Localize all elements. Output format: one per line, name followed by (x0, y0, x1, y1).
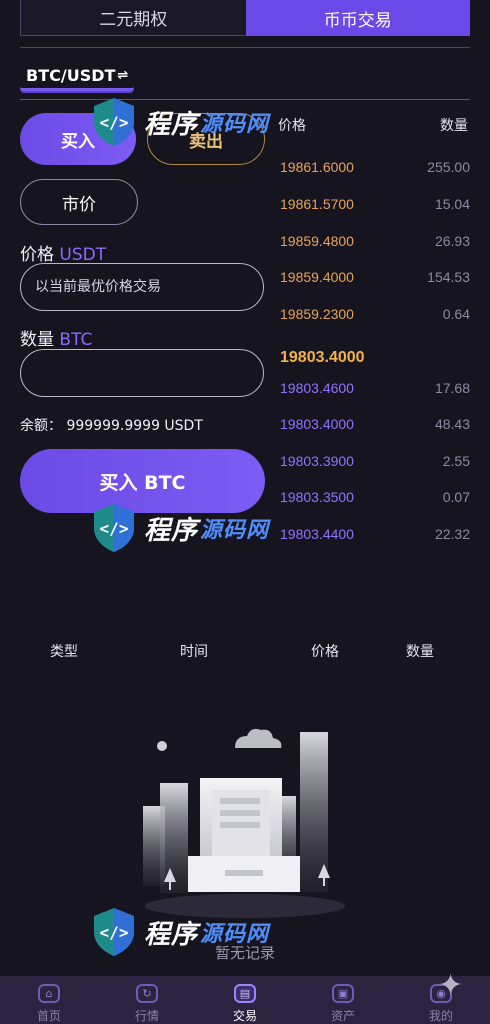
tab-binary-options[interactable]: 二元期权 (20, 0, 246, 36)
ask-row[interactable]: 19861.5700 15.04 (280, 196, 470, 212)
assets-icon: ▣ (332, 984, 354, 1003)
bid-qty: 22.32 (434, 526, 470, 542)
ask-row[interactable]: 19859.4800 26.93 (280, 233, 470, 249)
ask-row[interactable]: 19859.2300 0.64 (280, 306, 470, 322)
history-col-qty: 数量 (406, 644, 434, 660)
watermark-shield-icon: </> (94, 98, 134, 146)
trade-icon: ▤ (234, 984, 256, 1003)
last-price: 19803.4000 (280, 349, 365, 366)
price-label-text: 价格 (20, 245, 54, 265)
ask-qty: 26.93 (434, 233, 470, 249)
swap-lines-icon: ⇌ (117, 67, 129, 83)
watermark: </> 程序 源码网 (90, 96, 269, 148)
market-order-button[interactable]: 市价 (20, 179, 138, 225)
price-input[interactable] (20, 263, 264, 311)
nav-label: 我的 (428, 1009, 453, 1023)
ask-qty: 154.53 (427, 269, 470, 285)
tab-spot-trading[interactable]: 币币交易 (245, 0, 470, 36)
mode-tabs: 二元期权 币币交易 (20, 0, 470, 36)
bid-row[interactable]: 19803.3500 0.07 (280, 489, 470, 505)
bid-price: 19803.4600 (280, 380, 354, 396)
pair-selector[interactable]: BTC/USDT ⇌ (20, 62, 135, 91)
bid-qty: 2.55 (442, 453, 470, 469)
nav-market[interactable]: ↻ 行情 (98, 976, 196, 1024)
balance-text: 余额： 999999.9999 USDT (20, 418, 203, 434)
bid-row[interactable]: 19803.4600 17.68 (280, 380, 470, 396)
orderbook-price-header: 价格 (278, 118, 306, 134)
price-label: 价格 USDT (20, 240, 106, 265)
ask-row[interactable]: 19859.4000 154.53 (280, 269, 470, 285)
watermark-text-blue: 源码网 (200, 112, 270, 137)
quantity-unit: BTC (59, 330, 93, 350)
sparkle-icon: ✦ (438, 968, 464, 1003)
nav-home[interactable]: ⌂ 首页 (0, 976, 98, 1024)
watermark-text-white: 程序 (144, 919, 199, 950)
quantity-label-text: 数量 (20, 330, 54, 350)
watermark-text-white: 程序 (144, 515, 199, 546)
ask-price: 19859.4000 (280, 269, 354, 285)
history-col-price: 价格 (311, 644, 339, 660)
watermark-text-blue: 源码网 (200, 518, 270, 543)
bid-row[interactable]: 19803.3900 2.55 (280, 453, 470, 469)
quantity-label: 数量 BTC (20, 325, 92, 350)
watermark-shield-icon: </> (94, 504, 134, 552)
watermark-text-blue: 源码网 (200, 922, 270, 947)
price-unit: USDT (59, 245, 107, 265)
ask-price: 19861.6000 (280, 159, 354, 175)
nav-label: 首页 (36, 1009, 61, 1023)
bid-qty: 0.07 (442, 489, 470, 505)
ask-qty: 0.64 (442, 306, 470, 322)
ask-qty: 15.04 (434, 196, 470, 212)
watermark: </> 程序 源码网 (90, 502, 269, 554)
ask-qty: 255.00 (427, 159, 470, 175)
watermark: </> 程序 源码网 (90, 906, 269, 958)
bid-row[interactable]: 19803.4000 48.43 (280, 416, 470, 432)
ask-row[interactable]: 19861.6000 255.00 (280, 159, 470, 175)
nav-assets[interactable]: ▣ 资产 (294, 976, 392, 1024)
pair-label: BTC/USDT (26, 65, 116, 85)
bid-qty: 17.68 (434, 380, 470, 396)
nav-trade[interactable]: ▤ 交易 (196, 976, 294, 1024)
quantity-input[interactable] (20, 349, 264, 397)
bid-price: 19803.4000 (280, 416, 354, 432)
ask-price: 19859.2300 (280, 306, 354, 322)
bid-qty: 48.43 (434, 416, 470, 432)
nav-label: 行情 (134, 1009, 159, 1023)
ask-price: 19861.5700 (280, 196, 354, 212)
nav-label: 资产 (330, 1009, 355, 1023)
svg-text:</>: </> (100, 113, 129, 132)
empty-state-illustration (143, 728, 345, 918)
nav-label: 交易 (232, 1009, 257, 1023)
home-icon: ⌂ (38, 984, 60, 1003)
orderbook-qty-header: 数量 (440, 118, 468, 134)
svg-text:</>: </> (100, 923, 129, 942)
watermark-shield-icon: </> (94, 908, 134, 956)
ask-price: 19859.4800 (280, 233, 354, 249)
market-icon: ↻ (136, 984, 158, 1003)
bid-price: 19803.3900 (280, 453, 354, 469)
svg-text:</>: </> (100, 519, 129, 538)
history-col-time: 时间 (180, 644, 208, 660)
bid-price: 19803.4400 (280, 526, 354, 542)
divider (20, 47, 470, 48)
bid-row[interactable]: 19803.4400 22.32 (280, 526, 470, 542)
history-col-type: 类型 (50, 644, 78, 660)
bid-price: 19803.3500 (280, 489, 354, 505)
watermark-text-white: 程序 (144, 109, 199, 140)
bottom-nav: ⌂ 首页 ↻ 行情 ▤ 交易 ▣ 资产 ◉ 我的 (0, 976, 490, 1024)
